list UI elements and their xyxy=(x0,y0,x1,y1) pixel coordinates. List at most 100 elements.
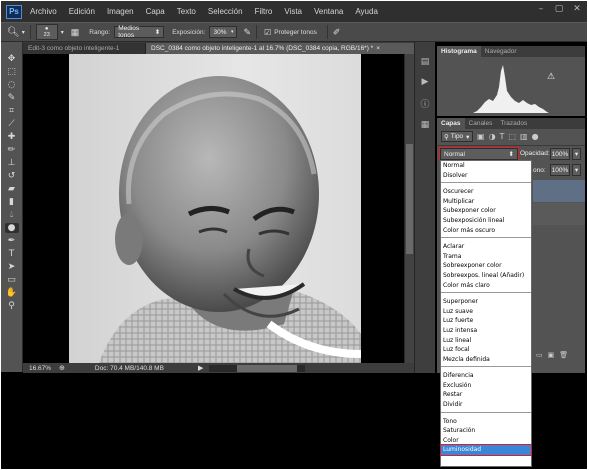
zoom-level[interactable]: 16.67% xyxy=(29,365,51,372)
brush-chevron-icon[interactable]: ▾ xyxy=(61,29,64,36)
protect-tones-checkbox[interactable]: ☑ xyxy=(264,28,271,37)
filter-pixel-icon[interactable]: ▣ xyxy=(477,132,485,141)
actions-panel-icon[interactable]: ▶ xyxy=(422,77,429,87)
blend-option-multiplicar[interactable]: Multiplicar xyxy=(441,197,531,207)
info-panel-icon[interactable]: ⓘ xyxy=(420,97,429,110)
marquee-tool-icon[interactable]: ⬚ xyxy=(5,67,19,77)
blend-option-restar[interactable]: Restar xyxy=(441,390,531,400)
clone-stamp-icon[interactable]: ⊥ xyxy=(5,158,19,168)
tab-capas[interactable]: Capas xyxy=(437,118,465,129)
properties-panel-icon[interactable]: ▦ xyxy=(421,120,430,130)
minimize-icon[interactable]: – xyxy=(535,4,547,14)
blend-option-disolver[interactable]: Disolver xyxy=(441,171,531,181)
maximize-icon[interactable]: ▢ xyxy=(553,4,565,14)
tab-navegador[interactable]: Navegador xyxy=(481,46,521,57)
tab-histograma[interactable]: Histograma xyxy=(437,46,481,57)
tab-canales[interactable]: Canales xyxy=(465,118,497,129)
blend-option-luz-suave[interactable]: Luz suave xyxy=(441,307,531,317)
history-panel-icon[interactable]: ▤ xyxy=(421,57,430,67)
blend-option-subexponer-color[interactable]: Subexponer color xyxy=(441,206,531,216)
blend-option-oscurecer[interactable]: Oscurecer xyxy=(441,187,531,197)
menu-ventana[interactable]: Ventana xyxy=(314,7,343,16)
dodge-tool-icon[interactable]: ● xyxy=(4,223,19,233)
blend-option-color-mas-claro[interactable]: Color más claro xyxy=(441,281,531,291)
blend-option-saturacion[interactable]: Saturación xyxy=(441,426,531,436)
blend-option-tono[interactable]: Tono xyxy=(441,417,531,427)
blend-option-subexposicion-lineal[interactable]: Subexposición lineal xyxy=(441,216,531,226)
menu-capa[interactable]: Capa xyxy=(146,7,165,16)
filter-type-icon[interactable]: T xyxy=(500,132,505,141)
layer-row-selected[interactable] xyxy=(533,180,585,202)
crop-tool-icon[interactable]: ⌗ xyxy=(5,106,19,116)
zoom-tool-icon[interactable]: ⚲ xyxy=(5,301,19,311)
blend-option-normal[interactable]: Normal xyxy=(441,161,531,171)
pen-tool-icon[interactable]: ✒ xyxy=(5,236,19,246)
scroll-thumb[interactable] xyxy=(237,364,298,372)
brush-tool-icon[interactable]: ✏ xyxy=(5,145,19,155)
quick-select-icon[interactable]: ✎ xyxy=(5,93,19,103)
blend-option-mezcla-definida[interactable]: Mezcla definida xyxy=(441,355,531,365)
blur-tool-icon[interactable]: 💧︎ xyxy=(5,210,19,220)
brush-preset-picker[interactable]: ● 23 xyxy=(35,24,58,40)
tool-preset-chevron-icon[interactable]: ▾ xyxy=(22,29,25,36)
blend-option-color-mas-oscuro[interactable]: Color más oscuro xyxy=(441,226,531,236)
new-layer-icon[interactable]: ▣ xyxy=(548,351,555,359)
gradient-tool-icon[interactable]: ▮ xyxy=(5,197,19,207)
type-tool-icon[interactable]: T xyxy=(5,249,19,259)
pressure-icon[interactable]: ✐ xyxy=(333,27,341,38)
new-group-icon[interactable]: ▭ xyxy=(536,351,543,359)
blend-option-luz-intensa[interactable]: Luz intensa xyxy=(441,326,531,336)
move-tool-icon[interactable]: ✥ xyxy=(5,54,19,64)
exposure-input[interactable]: 30% ▾ xyxy=(209,26,238,38)
blend-option-luz-fuerte[interactable]: Luz fuerte xyxy=(441,316,531,326)
eyedropper-icon[interactable]: ⟋ xyxy=(5,119,19,129)
blend-option-sobreexpos-lineal-anadir[interactable]: Sobreexpos. lineal (Añadir) xyxy=(441,271,531,281)
lasso-tool-icon[interactable]: ◌ xyxy=(5,80,19,90)
fill-input[interactable]: 100% xyxy=(550,164,570,176)
menu-ayuda[interactable]: Ayuda xyxy=(355,7,378,16)
hand-tool-icon[interactable]: ✋ xyxy=(5,288,19,298)
horizontal-scrollbar[interactable] xyxy=(209,364,306,372)
blend-option-trama[interactable]: Trama xyxy=(441,252,531,262)
blend-mode-select[interactable]: Normal ⬍ xyxy=(439,147,519,161)
filter-adjustment-icon[interactable]: ◑ xyxy=(489,132,496,141)
tab-close-icon[interactable]: × xyxy=(376,45,380,52)
blend-option-diferencia[interactable]: Diferencia xyxy=(441,371,531,381)
history-brush-icon[interactable]: ↺ xyxy=(5,171,19,181)
blend-option-luz-lineal[interactable]: Luz lineal xyxy=(441,336,531,346)
scroll-thumb[interactable] xyxy=(406,144,413,254)
healing-brush-icon[interactable]: ✚ xyxy=(5,132,19,142)
menu-seleccion[interactable]: Selección xyxy=(208,7,243,16)
vertical-scrollbar[interactable] xyxy=(404,54,414,363)
canvas-area[interactable] xyxy=(23,54,404,363)
blend-option-superponer[interactable]: Superponer xyxy=(441,297,531,307)
menu-archivo[interactable]: Archivo xyxy=(30,7,57,16)
filter-toggle-icon[interactable]: ● xyxy=(532,132,539,141)
blend-option-aclarar[interactable]: Aclarar xyxy=(441,242,531,252)
tab-trazados[interactable]: Trazados xyxy=(496,118,531,129)
filter-smart-icon[interactable]: ▥ xyxy=(520,132,528,141)
blend-option-exclusion[interactable]: Exclusión xyxy=(441,381,531,391)
menu-imagen[interactable]: Imagen xyxy=(107,7,134,16)
tab-edit-3[interactable]: Edit-3 como objeto inteligente-1 xyxy=(23,43,146,54)
path-select-icon[interactable]: ➤ xyxy=(5,262,19,272)
delete-layer-icon[interactable]: 🗑︎ xyxy=(559,351,568,359)
blend-option-sobreexponer-color[interactable]: Sobreexponer color xyxy=(441,261,531,271)
shape-tool-icon[interactable]: ▭ xyxy=(5,275,19,285)
menu-texto[interactable]: Texto xyxy=(177,7,196,16)
dodge-tool-icon[interactable]: 🔍︎ xyxy=(7,27,20,38)
blend-option-dividir[interactable]: Dividir xyxy=(441,400,531,410)
warning-icon[interactable]: ⚠ xyxy=(547,72,555,82)
blend-option-luminosidad[interactable]: Luminosidad xyxy=(440,444,532,456)
airbrush-icon[interactable]: ✎ xyxy=(243,27,251,38)
eraser-icon[interactable]: ▰ xyxy=(5,184,19,194)
filter-shape-icon[interactable]: ⬚ xyxy=(508,132,516,141)
range-select[interactable]: Medios tonos ⬍ xyxy=(114,25,165,39)
status-arrow-icon[interactable]: ▶ xyxy=(198,364,203,372)
layer-filter-select[interactable]: ⚲ Tipo ▾ xyxy=(441,131,473,142)
close-window-icon[interactable]: ✕ xyxy=(571,4,583,14)
fill-chevron-icon[interactable]: ▾ xyxy=(572,164,581,176)
tab-dsc-0384[interactable]: DSC_0384 como objeto inteligente-1 al 16… xyxy=(146,43,431,54)
layer-row[interactable] xyxy=(533,203,585,225)
blend-option-luz-focal[interactable]: Luz focal xyxy=(441,345,531,355)
